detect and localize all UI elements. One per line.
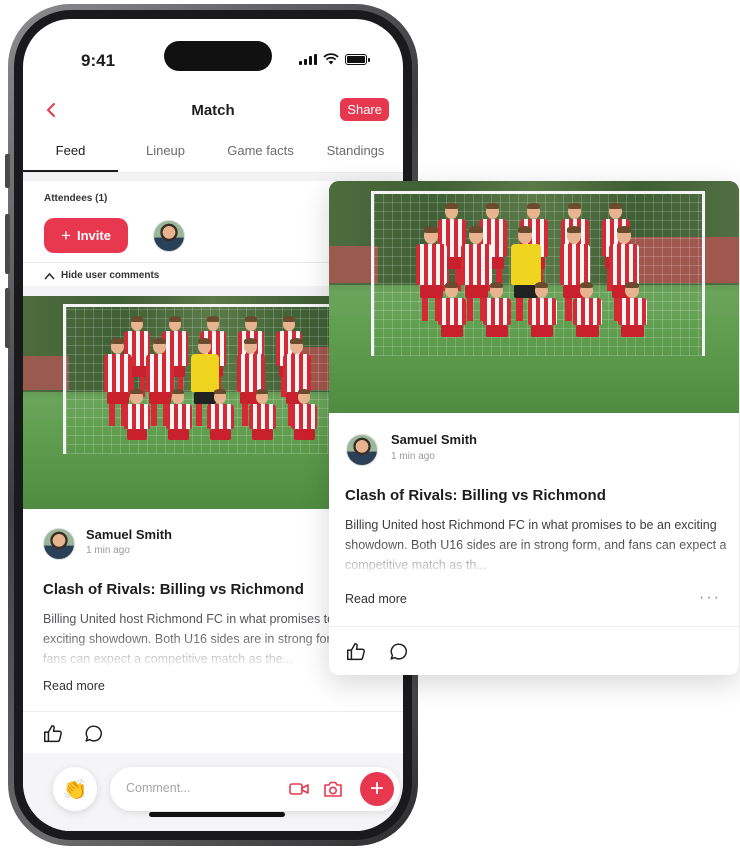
tab-game-facts[interactable]: Game facts [213,131,308,172]
cellular-signal-icon [299,54,317,65]
dynamic-island [164,41,272,71]
wifi-icon [323,53,339,65]
post-image[interactable] [329,181,739,413]
home-indicator [149,812,285,817]
comment-bubble-icon[interactable] [83,723,105,745]
author-avatar[interactable] [346,434,378,466]
status-time: 9:41 [81,51,116,70]
camera-icon[interactable] [322,779,344,799]
attendees-label: Attendees (1) [44,193,108,204]
read-more-link[interactable]: Read more [43,679,105,693]
battery-icon [345,54,370,65]
comment-input[interactable]: Comment... + [110,767,400,811]
comment-bubble-icon[interactable] [388,641,410,663]
plus-icon: + [369,775,384,802]
tab-bar: Feed Lineup Game facts Standings [23,131,403,173]
invite-button[interactable]: + Invite [44,218,128,253]
hide-comments-label: Hide user comments [61,270,160,281]
phone-volume-down [5,288,10,348]
emoji-button[interactable]: 👏 [53,767,97,811]
divider [329,626,739,627]
divider [23,711,403,712]
plus-icon: + [61,225,71,245]
video-camera-icon[interactable] [288,779,310,799]
section-divider [23,173,403,181]
invite-label: Invite [76,228,111,243]
author-name[interactable]: Samuel Smith [391,432,477,447]
thumbs-up-icon[interactable] [345,641,367,663]
tab-standings[interactable]: Standings [308,131,403,172]
share-button[interactable]: Share [340,98,389,121]
post-card[interactable]: Samuel Smith 1 min ago Clash of Rivals: … [329,181,739,675]
chevron-up-icon [44,272,55,280]
tab-feed[interactable]: Feed [23,131,118,172]
author-name[interactable]: Samuel Smith [86,527,172,542]
phone-side-button [5,154,10,188]
phone-volume-up [5,214,10,274]
post-timestamp: 1 min ago [391,451,435,462]
thumbs-up-icon[interactable] [42,723,64,745]
attendee-avatar[interactable] [153,220,185,252]
post-body: Billing United host Richmond FC in what … [345,518,727,572]
post-timestamp: 1 min ago [86,545,130,556]
add-button[interactable]: + [360,772,394,806]
more-dots-icon[interactable]: ··· [699,589,721,607]
read-more-link[interactable]: Read more [345,592,407,606]
hide-comments-toggle[interactable]: Hide user comments [44,270,159,281]
comment-placeholder: Comment... [126,781,191,795]
status-icons [299,53,370,65]
post-title: Clash of Rivals: Billing vs Richmond [345,487,606,504]
author-avatar[interactable] [43,528,75,560]
clapping-hands-icon: 👏 [62,778,88,801]
tab-lineup[interactable]: Lineup [118,131,213,172]
